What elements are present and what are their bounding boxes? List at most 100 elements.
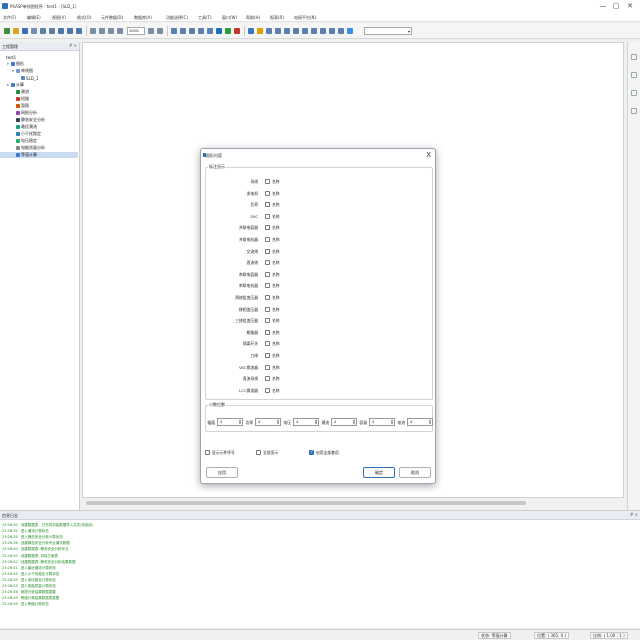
- settings-icon[interactable]: [293, 28, 299, 34]
- tree-item[interactable]: test1: [0, 54, 16, 60]
- name-checkbox[interactable]: [265, 213, 270, 219]
- redo-icon[interactable]: [76, 28, 82, 34]
- tree-item[interactable]: 暂稳: [0, 103, 29, 109]
- tree-item[interactable]: ▾ 计算: [0, 82, 24, 88]
- name-checkbox[interactable]: [265, 248, 270, 254]
- fit-icon[interactable]: [117, 28, 123, 34]
- dialog-close-button[interactable]: X: [426, 151, 431, 159]
- stop-icon[interactable]: [234, 28, 240, 34]
- name-checkbox[interactable]: [265, 318, 270, 324]
- tree-item[interactable]: 电压稳定: [0, 138, 37, 144]
- name-checkbox[interactable]: [265, 306, 270, 312]
- menu-database[interactable]: 数据库(A): [134, 15, 152, 21]
- info-icon[interactable]: [216, 28, 222, 34]
- tree-item[interactable]: SLD_1: [0, 75, 38, 81]
- decimal-spinner[interactable]: 4 ▲ ▼: [217, 418, 243, 426]
- log-panel-pin-close[interactable]: # ×: [630, 512, 638, 517]
- name-checkbox[interactable]: [265, 179, 270, 184]
- generator-tool-icon[interactable]: [198, 28, 204, 34]
- tree-item[interactable]: 最优潮流: [0, 124, 37, 130]
- option-show-index-checkbox[interactable]: [205, 450, 210, 455]
- name-checkbox[interactable]: [265, 376, 270, 382]
- bus-tool-icon[interactable]: [171, 28, 177, 34]
- name-checkbox[interactable]: [265, 260, 270, 266]
- name-checkbox[interactable]: [265, 341, 270, 347]
- refresh-icon[interactable]: [148, 28, 154, 34]
- layers-icon[interactable]: [631, 90, 637, 96]
- result-icon[interactable]: [266, 28, 272, 34]
- name-checkbox[interactable]: [265, 237, 270, 242]
- export-icon[interactable]: [302, 28, 308, 34]
- tree-item[interactable]: 潮流: [0, 89, 29, 95]
- layout-icon[interactable]: [320, 28, 326, 34]
- ok-button[interactable]: 确定: [363, 467, 395, 478]
- tree-item[interactable]: 电能质量分析: [0, 145, 45, 151]
- minimize-button[interactable]: —: [598, 2, 608, 10]
- paste-icon[interactable]: [49, 28, 55, 34]
- decimal-spinner[interactable]: 4 ▲ ▼: [255, 418, 281, 426]
- save-icon[interactable]: [22, 28, 28, 34]
- palette-icon[interactable]: [631, 72, 637, 78]
- name-checkbox[interactable]: [265, 190, 270, 196]
- check-icon[interactable]: [225, 28, 231, 34]
- name-checkbox[interactable]: [265, 225, 270, 231]
- properties-icon[interactable]: [631, 54, 637, 60]
- option-apply-all[interactable]: 启用全部套用: [309, 449, 369, 456]
- transformer-tool-icon[interactable]: [189, 28, 195, 34]
- filter-icon[interactable]: [311, 28, 317, 34]
- tree-item[interactable]: 等值计算: [0, 152, 78, 158]
- name-checkbox[interactable]: [265, 271, 270, 277]
- spinner-arrows-icon[interactable]: ▲ ▼: [315, 419, 317, 425]
- new-icon[interactable]: [4, 28, 10, 34]
- menu-tools[interactable]: 工具(T): [198, 15, 212, 21]
- menu-function[interactable]: 功能选择(C): [166, 15, 188, 21]
- copy-icon[interactable]: [40, 28, 46, 34]
- calc-icon[interactable]: [248, 28, 254, 34]
- name-checkbox[interactable]: [265, 364, 270, 370]
- spinner-arrows-icon[interactable]: ▲ ▼: [239, 419, 241, 425]
- align-icon[interactable]: [329, 28, 335, 34]
- decimal-spinner[interactable]: 4 ▲ ▼: [407, 418, 433, 426]
- menu-file[interactable]: 文件(F): [3, 15, 16, 21]
- undo-icon[interactable]: [67, 28, 73, 34]
- chart-icon[interactable]: [284, 28, 290, 34]
- scrollbar-thumb[interactable]: [86, 501, 526, 505]
- name-checkbox[interactable]: [265, 295, 270, 300]
- menu-component-data[interactable]: 元件数据(D): [101, 15, 123, 21]
- print-icon[interactable]: [31, 28, 37, 34]
- menu-report[interactable]: 报表(R): [270, 15, 284, 21]
- pan-icon[interactable]: [108, 28, 114, 34]
- group-icon[interactable]: [338, 28, 344, 34]
- line-tool-icon[interactable]: [180, 28, 186, 34]
- horizontal-scrollbar[interactable]: [82, 500, 624, 506]
- panel-pin-close[interactable]: # ×: [69, 43, 77, 48]
- menu-view[interactable]: 视图(V): [52, 15, 66, 21]
- spinner-arrows-icon[interactable]: ▲ ▼: [391, 419, 393, 425]
- flash-icon[interactable]: [257, 28, 263, 34]
- tree-item[interactable]: 网损分析: [0, 110, 37, 116]
- zoom-select[interactable]: 100%: [127, 27, 145, 35]
- name-checkbox[interactable]: [265, 353, 270, 358]
- name-checkbox[interactable]: [265, 202, 270, 208]
- apply-button[interactable]: 应用: [206, 467, 238, 478]
- report-icon[interactable]: [275, 28, 281, 34]
- decimal-spinner[interactable]: 4 ▲ ▼: [369, 418, 395, 426]
- spinner-arrows-icon[interactable]: ▲ ▼: [429, 419, 431, 425]
- grid-icon[interactable]: [157, 28, 163, 34]
- tree-item[interactable]: ▾ 单线图: [0, 68, 33, 74]
- name-checkbox[interactable]: [265, 283, 270, 289]
- spinner-arrows-icon[interactable]: ▲ ▼: [277, 419, 279, 425]
- layer-select[interactable]: ▾: [364, 27, 412, 35]
- tree-item[interactable]: 静态安全分析: [0, 117, 45, 123]
- layer-icon[interactable]: [347, 28, 353, 34]
- decimal-spinner[interactable]: 4 ▲ ▼: [293, 418, 319, 426]
- tree-item[interactable]: 小干扰稳定: [0, 131, 41, 137]
- tree-item[interactable]: ▾ 图形: [0, 61, 24, 67]
- option-show-all-checkbox[interactable]: [256, 450, 261, 455]
- cancel-button[interactable]: 取消: [399, 467, 431, 478]
- load-tool-icon[interactable]: [207, 28, 213, 34]
- zoom-in-icon[interactable]: [90, 28, 96, 34]
- menu-format[interactable]: 格式(O): [77, 15, 91, 21]
- spinner-arrows-icon[interactable]: ▲ ▼: [353, 419, 355, 425]
- option-show-all[interactable]: 全部显示: [256, 449, 306, 456]
